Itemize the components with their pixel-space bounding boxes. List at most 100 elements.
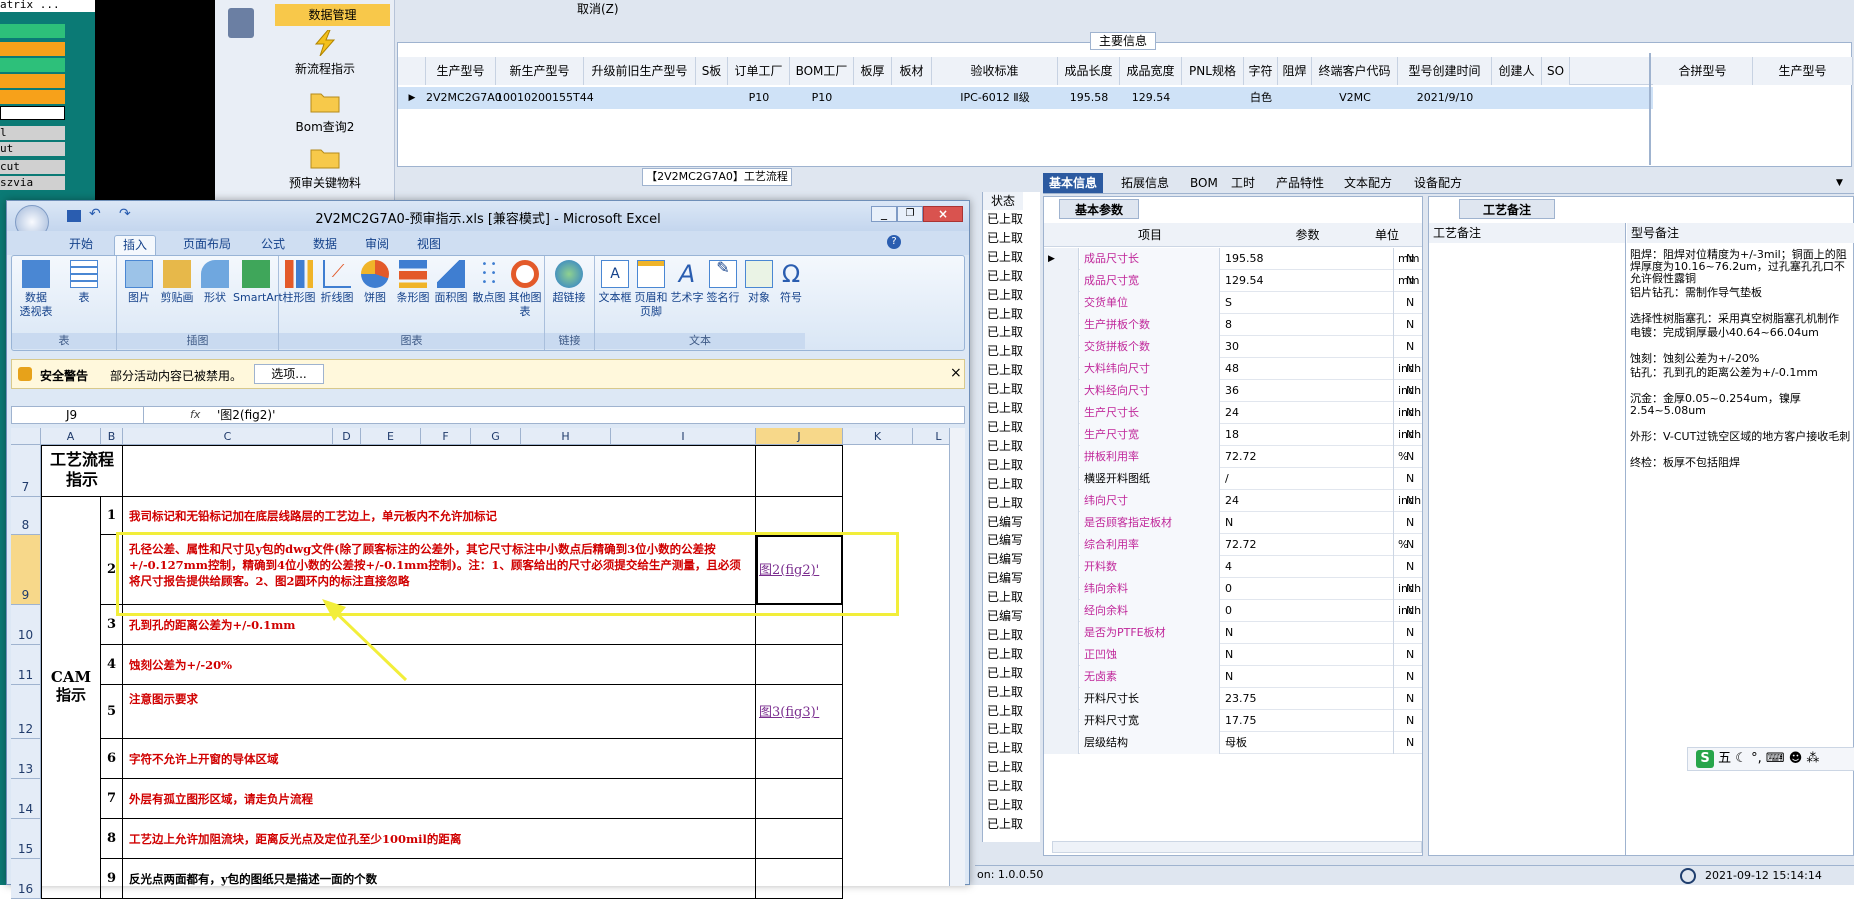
status-item[interactable]: 已上取 [987,777,1023,796]
figure-link[interactable]: 图3(fig3)' [759,705,819,720]
textbox-button[interactable]: A 文本框 [595,260,635,305]
column-header[interactable]: A [41,428,101,445]
link-cell[interactable] [756,779,843,819]
status-item[interactable]: 已上取 [987,229,1023,248]
row-selector[interactable]: ▶ [1044,248,1079,270]
cancel-button[interactable]: 取消(Z) [577,0,657,16]
status-item[interactable]: 已上取 [987,342,1023,361]
col-header[interactable]: 生产型号 [1753,57,1853,85]
status-item[interactable]: 已上取 [987,210,1023,229]
col-header[interactable]: 阻焊 [1278,57,1312,85]
status-item[interactable]: 已上取 [987,380,1023,399]
status-item[interactable]: 已上取 [987,683,1023,702]
row-selector[interactable] [1044,666,1079,688]
status-item[interactable]: 已上取 [987,758,1023,777]
ime-toolbar[interactable]: S 五 ☾ °, ⌨ ☻ ⁂ [1687,747,1854,771]
row-header[interactable]: 16 [11,859,41,899]
col-header[interactable]: S板 [696,57,728,85]
row-selector[interactable] [1044,336,1079,358]
param-row[interactable]: 生产尺寸宽 18 inch N [1044,424,1422,446]
param-row[interactable]: 是否为PTFE板材 N N [1044,622,1422,644]
step-number[interactable]: 5 [101,685,123,739]
row-selector[interactable] [1044,292,1079,314]
param-value[interactable]: 17.75 [1221,710,1394,732]
area-chart-button[interactable]: 面积图 [431,260,471,305]
param-row[interactable]: ▶ 成品尺寸长 195.58 mm N [1044,248,1422,270]
column-header[interactable]: H [521,428,611,445]
instruction-text[interactable]: 外层有孤立图形区域，请走负片流程 [123,779,756,819]
instruction-text[interactable]: 注意图示要求 [123,685,756,739]
column-header[interactable]: C [123,428,333,445]
col-header[interactable]: 升级前旧生产型号 [584,57,696,85]
line-chart-button[interactable]: ⟋ 折线图 [317,260,357,305]
param-value[interactable]: 23.75 [1221,688,1394,710]
status-item[interactable]: 已上取 [987,796,1023,815]
row-selector[interactable] [1044,270,1079,292]
status-item[interactable]: 已上取 [987,267,1023,286]
col-header[interactable]: 合拼型号 [1653,57,1753,85]
param-value[interactable]: 母板 [1221,732,1394,754]
col-header[interactable]: 型号备注 [1627,223,1854,243]
param-row[interactable]: 生产尺寸长 24 inch N [1044,402,1422,424]
param-value[interactable]: N [1221,622,1394,644]
pivot-table-button[interactable]: 数据 透视表 [16,260,56,319]
col-header[interactable]: 新生产型号 [496,57,584,85]
strip-item[interactable]: cut [0,160,65,174]
tab-insert[interactable]: 插入 [114,235,157,255]
scatter-chart-button[interactable]: • • • • • • 散点图 [469,260,509,305]
table-row[interactable]: ▶ 2V2MC2G7A0 10010200155T44 P10 P10 IPC-… [398,87,1653,109]
restore-button[interactable]: ❐ [897,206,923,222]
status-item[interactable]: 已编写 [987,513,1023,532]
link-cell[interactable] [756,645,843,685]
tab-text-recipe[interactable]: 文本配方 [1344,173,1392,193]
col-header[interactable]: 状态 [983,192,1023,210]
row-selector[interactable] [1044,688,1079,710]
symbol-button[interactable]: Ω 符号 [771,260,811,305]
param-value[interactable]: 0 [1221,578,1394,600]
param-row[interactable]: 横竖开料图纸 / N [1044,468,1422,490]
tab-hours[interactable]: 工时 [1231,173,1255,193]
param-row[interactable]: 开料数 4 N [1044,556,1422,578]
row-selector[interactable] [1044,534,1079,556]
col-header[interactable]: 项目 [1080,223,1220,247]
col-header[interactable]: 订单工厂 [728,57,790,85]
status-item[interactable]: 已编写 [987,550,1023,569]
step-number[interactable]: 7 [101,779,123,819]
step-number[interactable]: 1 [101,497,123,535]
row-selector[interactable] [1044,710,1079,732]
formula-input[interactable]: '图2(fig2)' [217,407,957,423]
param-value[interactable]: N [1221,666,1394,688]
param-value[interactable]: 24 [1221,490,1394,512]
param-value[interactable]: 24 [1221,402,1394,424]
col-header[interactable]: BOM工厂 [790,57,854,85]
tab-view[interactable]: 视图 [409,235,449,255]
process-header-cell[interactable]: 工艺流程 指示 [41,445,123,497]
param-row[interactable]: 正凹蚀 N N [1044,644,1422,666]
options-button[interactable]: 选项... [254,364,324,384]
nav-new-flow[interactable]: 新流程指示 [255,30,395,77]
tab-review[interactable]: 审阅 [357,235,397,255]
picture-button[interactable]: 图片 [119,260,159,305]
col-header[interactable]: 成品长度 [1058,57,1120,85]
instruction-text[interactable]: 字符不允许上开窗的导体区域 [123,739,756,779]
status-item[interactable]: 已上取 [987,645,1023,664]
row-selector[interactable] [1044,380,1079,402]
param-value[interactable]: 18 [1221,424,1394,446]
col-header[interactable]: 板材 [892,57,932,85]
col-header[interactable]: SO [1542,57,1570,85]
param-row[interactable]: 综合利用率 72.72% N [1044,534,1422,556]
param-value[interactable]: 8 [1221,314,1394,336]
status-item[interactable]: 已上取 [987,664,1023,683]
row-header[interactable]: 11 [11,645,41,685]
instruction-text[interactable]: 我司标记和无铅标记加在底层线路层的工艺边上，单元板内不允许加标记 [123,497,756,535]
row-header[interactable]: 13 [11,739,41,779]
column-header[interactable]: I [611,428,756,445]
status-item[interactable]: 已上取 [987,248,1023,267]
link-cell[interactable] [756,739,843,779]
column-header[interactable]: E [361,428,421,445]
close-button[interactable]: × [923,206,963,222]
chevron-down-icon[interactable]: ▼ [1836,178,1843,188]
row-header[interactable]: 9 [11,535,41,605]
wordart-button[interactable]: A 艺术字 [667,260,707,305]
status-item[interactable]: 已上取 [987,437,1023,456]
